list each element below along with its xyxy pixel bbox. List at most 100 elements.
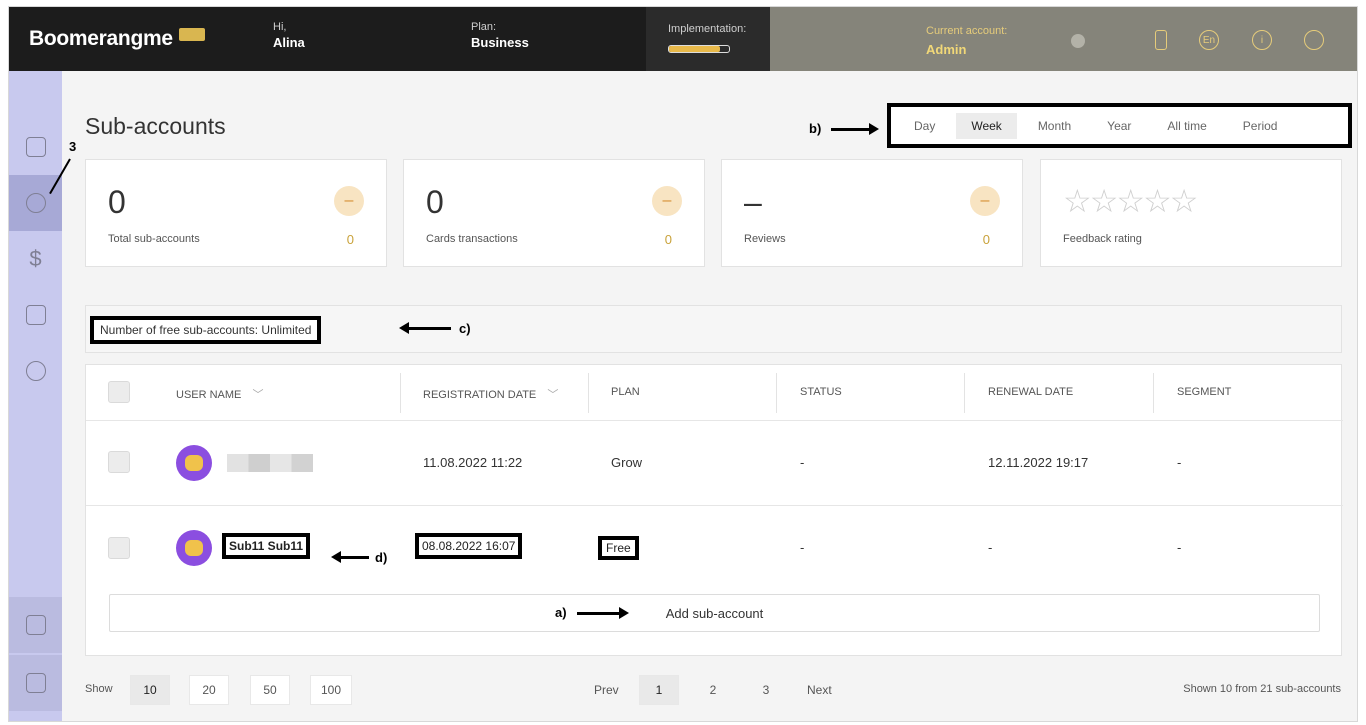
row-divider [86, 505, 1343, 506]
sidebar-item-cards[interactable] [9, 287, 62, 343]
logo-badge-icon [178, 28, 205, 41]
stat-caption: Feedback rating [1063, 233, 1142, 245]
stat-feedback-rating: ☆☆☆☆☆ Feedback rating [1040, 159, 1342, 267]
top-bar: Boomerangme Hi, Alina Plan: Business Imp… [9, 7, 1357, 71]
account-dropdown-icon[interactable] [1071, 34, 1085, 48]
header-plan: PLAN [611, 386, 640, 398]
segment-cell: - [1177, 455, 1182, 470]
minus-icon: – [970, 186, 1000, 216]
stat-count: 0 [664, 232, 672, 247]
stat-caption: Cards transactions [426, 233, 518, 245]
implementation-progress-bar [668, 45, 730, 53]
implementation-panel[interactable]: Implementation: [646, 7, 770, 71]
segment-cell: - [1177, 540, 1182, 555]
registration-date: 08.08.2022 16:07 [415, 533, 523, 559]
implementation-progress-fill [669, 46, 720, 52]
period-tab-period[interactable]: Period [1228, 113, 1293, 139]
header-status: STATUS [800, 386, 842, 398]
user-name: Alina [273, 35, 305, 50]
column-divider [776, 373, 777, 413]
users-icon [25, 193, 46, 213]
dollar-icon: $ [29, 246, 42, 271]
page-1-button[interactable]: 1 [639, 675, 679, 705]
rating-stars-icon: ☆☆☆☆☆ [1063, 183, 1198, 219]
annotation-a: a) [555, 605, 567, 620]
implementation-label: Implementation: [668, 23, 747, 35]
plan-label: Plan: [471, 21, 497, 33]
period-tab-all-time[interactable]: All time [1152, 113, 1221, 139]
annotation-d: d) [375, 550, 388, 565]
annotation-d-arrow [331, 551, 369, 563]
stat-total-sub-accounts: 0 Total sub-accounts – 0 [85, 159, 387, 267]
row-checkbox[interactable] [108, 537, 130, 559]
period-tab-week[interactable]: Week [956, 112, 1017, 139]
user-name-link[interactable]: Sub11 Sub11 [222, 533, 311, 559]
annotation-b: b) [809, 121, 822, 136]
header-user-name[interactable]: USER NAME ﹀ [176, 386, 263, 402]
select-all-checkbox[interactable] [108, 381, 130, 403]
plan-cell: Free [598, 536, 639, 560]
language-icon[interactable]: En [1199, 30, 1219, 50]
minus-icon: – [334, 186, 364, 216]
app-window: Boomerangme Hi, Alina Plan: Business Imp… [8, 6, 1358, 722]
avatar [176, 445, 212, 481]
chevron-down-icon: ﹀ [547, 389, 559, 401]
plan-cell: Grow [611, 455, 643, 470]
account-panel: Current account: Admin En i [770, 7, 1357, 71]
column-divider [964, 373, 965, 413]
account-label: Current account: [926, 25, 1008, 37]
page-3-button[interactable]: 3 [746, 675, 786, 705]
logo[interactable]: Boomerangme [29, 27, 205, 51]
next-page-button[interactable]: Next [797, 675, 842, 705]
info-icon[interactable]: i [1252, 30, 1272, 50]
annotation-b-arrow [831, 123, 879, 135]
sidebar-item-billing[interactable]: $ [9, 231, 62, 287]
page-2-button[interactable]: 2 [693, 675, 733, 705]
greeting-label: Hi, [273, 21, 287, 33]
home-icon [25, 137, 46, 157]
add-sub-account-button[interactable]: Add sub-account [109, 594, 1320, 632]
status-cell: - [800, 455, 805, 470]
stat-value: 0 [108, 184, 126, 220]
page-size-50[interactable]: 50 [250, 675, 290, 705]
annotation-3: 3 [69, 139, 77, 154]
greeting: Hi, Alina [273, 21, 305, 50]
page-size-20[interactable]: 20 [189, 675, 229, 705]
sidebar: $ [9, 71, 62, 721]
cards-icon [25, 305, 46, 325]
show-label: Show [85, 683, 113, 695]
period-selector: Day Week Month Year All time Period [887, 103, 1352, 148]
settings-icon [25, 361, 46, 381]
free-sub-accounts-text: Number of free sub-accounts: Unlimited [90, 316, 322, 344]
profile-icon[interactable] [1304, 30, 1324, 50]
crown-icon [25, 615, 46, 635]
stat-count: 0 [982, 232, 990, 247]
stat-cards-transactions: 0 Cards transactions – 0 [403, 159, 705, 267]
stat-caption: Reviews [744, 233, 786, 245]
period-tab-day[interactable]: Day [899, 113, 950, 139]
sidebar-item-settings[interactable] [9, 343, 62, 399]
stat-value: 0 [426, 184, 444, 220]
page-size-100[interactable]: 100 [310, 675, 353, 705]
renewal-date: 12.11.2022 19:17 [988, 455, 1089, 470]
header-registration-date[interactable]: REGISTRATION DATE ﹀ [423, 386, 558, 402]
phone-icon[interactable] [1155, 30, 1167, 50]
period-tab-year[interactable]: Year [1092, 113, 1146, 139]
header-segment: SEGMENT [1177, 386, 1232, 398]
column-divider [1153, 373, 1154, 413]
registration-date: 11.08.2022 11:22 [423, 455, 523, 470]
blurred-user-name[interactable] [227, 454, 313, 472]
page-size-10[interactable]: 10 [130, 675, 170, 705]
prev-page-button[interactable]: Prev [584, 675, 629, 705]
row-checkbox[interactable] [108, 451, 130, 473]
stat-caption: Total sub-accounts [108, 233, 200, 245]
sidebar-item-store[interactable] [9, 655, 62, 711]
column-divider [400, 373, 401, 413]
sidebar-item-home[interactable] [9, 119, 62, 175]
annotation-c-arrow [399, 322, 451, 334]
stat-count: 0 [346, 232, 354, 247]
header-renewal-date: RENEWAL DATE [988, 386, 1074, 398]
avatar [176, 530, 212, 566]
period-tab-month[interactable]: Month [1023, 113, 1086, 139]
sidebar-item-upgrade[interactable] [9, 597, 62, 653]
